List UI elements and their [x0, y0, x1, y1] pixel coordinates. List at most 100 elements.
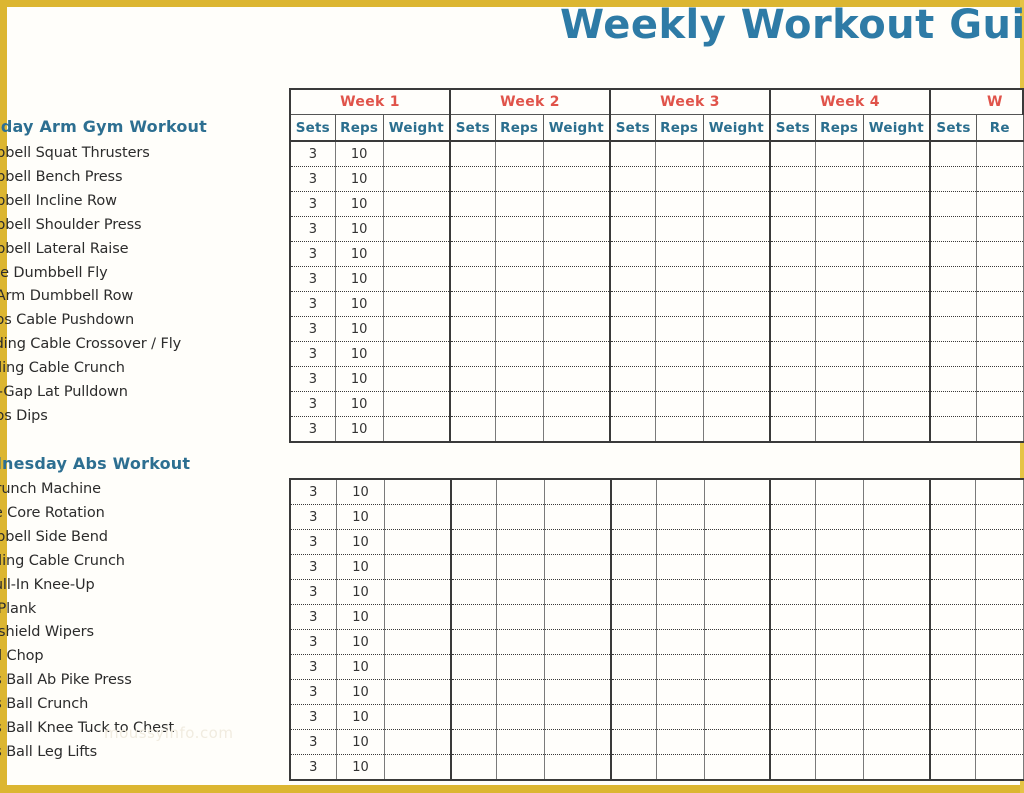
cell-reps[interactable]: [815, 604, 865, 630]
cell-weight[interactable]: [704, 679, 772, 705]
cell-sets-partial[interactable]: [929, 316, 977, 342]
cell-sets-partial[interactable]: [929, 341, 977, 367]
cell-sets[interactable]: 3: [288, 729, 337, 755]
cell-sets[interactable]: [768, 391, 816, 417]
cell-weight[interactable]: [384, 529, 453, 555]
cell-sets[interactable]: 3: [288, 391, 336, 417]
cell-reps-partial[interactable]: [975, 629, 1024, 655]
cell-reps[interactable]: [815, 416, 864, 443]
cell-sets[interactable]: [769, 654, 817, 680]
cell-reps[interactable]: 10: [336, 704, 386, 730]
workout-table-wednesday[interactable]: 3 10 3 10 3 10 3 10 3 10 3 10 3 10 3 10 3 10 3 10 3 10 3 10: [288, 478, 1024, 781]
cell-weight[interactable]: [384, 504, 453, 530]
cell-weight[interactable]: [704, 504, 772, 530]
cell-reps-partial[interactable]: [975, 504, 1024, 530]
table-row[interactable]: 3 10: [288, 266, 1024, 292]
cell-sets[interactable]: 3: [288, 416, 336, 443]
cell-reps[interactable]: [495, 316, 544, 342]
cell-sets-partial[interactable]: [929, 654, 977, 680]
cell-reps[interactable]: [815, 579, 865, 605]
cell-weight[interactable]: [863, 291, 931, 317]
cell-weight[interactable]: [543, 416, 611, 443]
cell-reps[interactable]: 10: [336, 554, 386, 580]
cell-weight[interactable]: [703, 341, 771, 367]
cell-reps[interactable]: 10: [335, 141, 384, 167]
cell-sets[interactable]: [608, 241, 656, 267]
cell-sets[interactable]: [448, 216, 496, 242]
table-row[interactable]: 3 10: [288, 754, 1024, 781]
cell-sets[interactable]: [769, 554, 817, 580]
cell-sets[interactable]: [609, 478, 657, 505]
cell-reps[interactable]: 10: [335, 241, 384, 267]
cell-weight[interactable]: [543, 241, 611, 267]
cell-weight[interactable]: [384, 679, 453, 705]
cell-sets-partial[interactable]: [929, 579, 977, 605]
cell-weight[interactable]: [544, 529, 612, 555]
cell-weight[interactable]: [544, 604, 612, 630]
table-row[interactable]: 3 10: [288, 241, 1024, 267]
cell-weight[interactable]: [863, 391, 931, 417]
cell-sets[interactable]: [768, 191, 816, 217]
cell-reps[interactable]: [495, 216, 544, 242]
cell-weight[interactable]: [383, 191, 451, 217]
cell-reps[interactable]: [655, 191, 704, 217]
cell-sets[interactable]: [609, 579, 657, 605]
cell-sets[interactable]: [448, 141, 496, 167]
cell-reps-partial[interactable]: [976, 391, 1024, 417]
cell-reps[interactable]: [495, 266, 544, 292]
cell-sets-partial[interactable]: [929, 754, 977, 781]
cell-reps[interactable]: [496, 654, 546, 680]
cell-weight[interactable]: [384, 754, 453, 781]
cell-sets-partial[interactable]: [929, 166, 977, 192]
cell-weight[interactable]: [863, 216, 931, 242]
cell-sets[interactable]: [769, 629, 817, 655]
cell-reps[interactable]: [815, 141, 864, 167]
cell-sets-partial[interactable]: [929, 604, 977, 630]
table-body-monday[interactable]: 3 10 3 10 3 10 3 10 3 10 3 10 3 10 3 10 3 10 3 10 3 10 3 10: [288, 141, 1024, 443]
cell-weight[interactable]: [544, 654, 612, 680]
cell-weight[interactable]: [863, 366, 931, 392]
cell-reps[interactable]: [495, 366, 544, 392]
cell-sets[interactable]: [609, 704, 657, 730]
cell-sets[interactable]: 3: [288, 654, 337, 680]
cell-sets[interactable]: [608, 291, 656, 317]
cell-weight[interactable]: [384, 704, 453, 730]
cell-reps[interactable]: 10: [336, 679, 386, 705]
cell-sets-partial[interactable]: [929, 478, 977, 505]
table-row[interactable]: 3 10: [288, 478, 1024, 505]
cell-sets[interactable]: [450, 478, 498, 505]
cell-reps[interactable]: [815, 704, 865, 730]
cell-reps-partial[interactable]: [975, 679, 1024, 705]
cell-weight[interactable]: [863, 141, 931, 167]
cell-reps[interactable]: 10: [336, 654, 386, 680]
cell-reps[interactable]: [815, 754, 865, 781]
cell-weight[interactable]: [383, 141, 451, 167]
cell-reps[interactable]: [496, 679, 546, 705]
cell-sets[interactable]: [450, 679, 498, 705]
cell-sets[interactable]: [768, 241, 816, 267]
cell-sets[interactable]: [448, 166, 496, 192]
cell-reps[interactable]: [815, 241, 864, 267]
cell-reps[interactable]: [815, 629, 865, 655]
cell-weight[interactable]: [544, 478, 612, 505]
cell-sets-partial[interactable]: [929, 291, 977, 317]
cell-sets[interactable]: [450, 754, 498, 781]
cell-weight[interactable]: [863, 241, 931, 267]
cell-sets[interactable]: [608, 216, 656, 242]
cell-reps[interactable]: [496, 478, 546, 505]
cell-weight[interactable]: [703, 216, 771, 242]
cell-reps[interactable]: [655, 166, 704, 192]
cell-reps-partial[interactable]: [975, 604, 1024, 630]
cell-sets[interactable]: [768, 141, 816, 167]
cell-reps[interactable]: [656, 704, 705, 730]
cell-reps[interactable]: 10: [336, 629, 386, 655]
cell-weight[interactable]: [703, 291, 771, 317]
cell-sets[interactable]: [609, 679, 657, 705]
cell-reps[interactable]: [815, 366, 864, 392]
cell-sets[interactable]: 3: [288, 316, 336, 342]
cell-sets[interactable]: 3: [288, 629, 337, 655]
cell-reps-partial[interactable]: [976, 416, 1024, 443]
cell-sets-partial[interactable]: [929, 191, 977, 217]
cell-sets[interactable]: [448, 191, 496, 217]
cell-weight[interactable]: [704, 704, 772, 730]
